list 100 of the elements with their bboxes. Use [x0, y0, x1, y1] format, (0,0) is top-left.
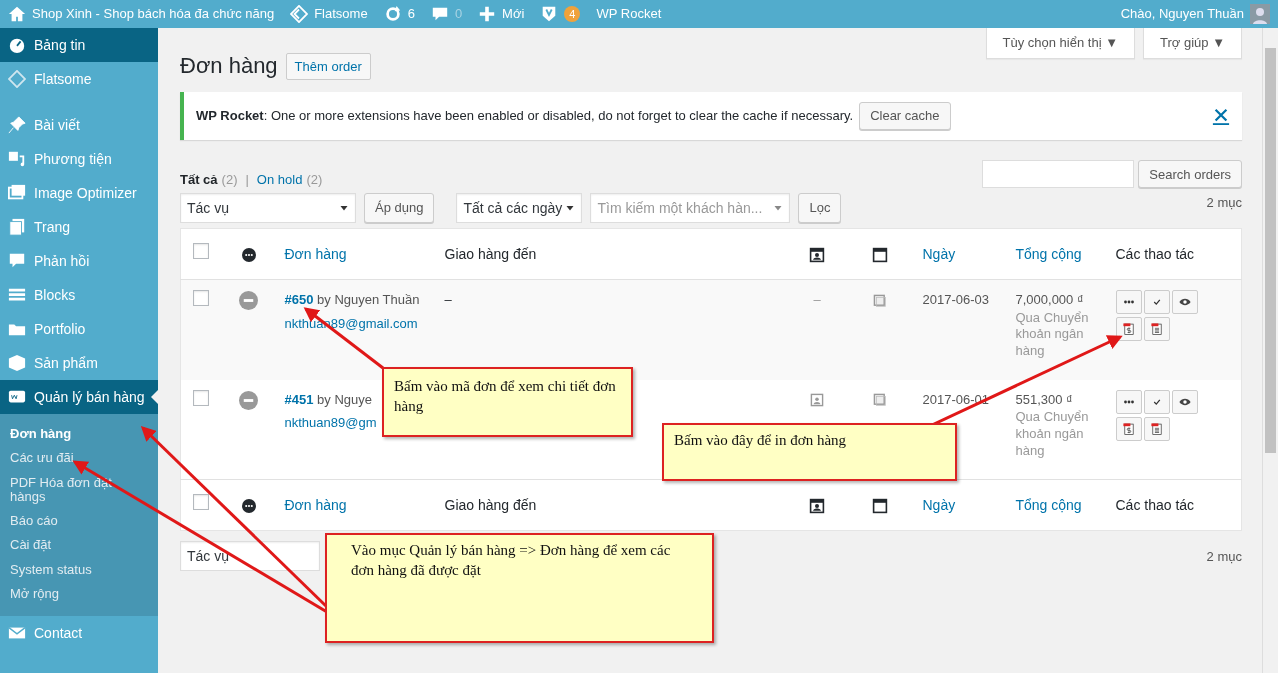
home-icon[interactable]	[8, 5, 26, 23]
sidebar-item[interactable]: Bài viết	[0, 108, 158, 142]
window-icon	[871, 246, 888, 263]
screen-tab[interactable]: Trợ giúp ▼	[1143, 28, 1242, 59]
diamond-icon[interactable]	[290, 5, 309, 23]
item-count: 2 mục	[1206, 194, 1242, 212]
sidebar-item[interactable]: Quản lý bán hàng	[0, 380, 158, 414]
invoice-pdf-button[interactable]	[1115, 317, 1142, 341]
more-button[interactable]	[1115, 290, 1142, 314]
scrollbar[interactable]	[1262, 28, 1278, 673]
row-checkbox[interactable]	[192, 389, 209, 406]
toolbar-label[interactable]: Mới	[502, 4, 525, 24]
avatar-icon[interactable]	[1250, 4, 1270, 24]
order-number-link[interactable]: #451	[284, 391, 314, 407]
date-filter-select[interactable]: Tất cả các ngày	[456, 193, 583, 223]
column-header: Giao hàng đến	[444, 496, 537, 513]
email-link[interactable]: nkthuan89@gm	[284, 413, 377, 433]
id-card-icon	[809, 246, 825, 263]
count-text: (2)	[306, 170, 323, 189]
sort-column-link[interactable]: Ngày	[922, 496, 956, 513]
customer-name: by Nguye	[317, 391, 372, 407]
page-title: Đơn hàng	[180, 53, 278, 80]
separator: |	[245, 170, 249, 189]
select-all-checkbox[interactable]	[192, 243, 209, 259]
invoice-pdf-icon	[1121, 322, 1136, 336]
toolbar-label[interactable]: 6	[407, 4, 415, 24]
pages-icon	[8, 218, 26, 236]
callout-note: Bấm vào mã đơn để xem chi tiết đơn hàng	[382, 367, 633, 437]
submenu-item[interactable]: Cài đặt	[0, 533, 158, 558]
sidebar-item[interactable]: Sản phẩm	[0, 346, 158, 380]
site-name-link[interactable]: Shop Xinh - Shop bách hóa đa chức năng	[32, 4, 275, 24]
view-button[interactable]	[1171, 290, 1198, 314]
view-button[interactable]	[1171, 389, 1198, 414]
diamond-icon	[8, 70, 26, 88]
sidebar-item[interactable]: Portfolio	[0, 312, 158, 346]
status-icon	[241, 247, 256, 262]
sort-column-link[interactable]: Ngày	[922, 245, 956, 262]
window-icon	[872, 293, 887, 308]
pin-icon	[8, 116, 26, 134]
screen-tab[interactable]: Tùy chọn hiển thị ▼	[985, 28, 1135, 59]
count-text: (2)	[221, 170, 238, 189]
notice-text: WP Rocket: One or more extensions have been enabled or disabled, do not forget to clear the cache if necessary.	[196, 107, 854, 125]
payment-method: Qua Chuyển khoản ngân hàng	[1015, 309, 1090, 361]
select-all-checkbox[interactable]	[192, 494, 209, 510]
invoice-pdf-button[interactable]	[1115, 416, 1142, 441]
toolbar-label[interactable]: Flatsome	[314, 4, 368, 24]
packing-slip-pdf-button[interactable]	[1143, 416, 1170, 441]
submenu-item[interactable]: Mở rộng	[0, 582, 158, 607]
refresh-icon[interactable]	[383, 5, 402, 23]
bulk-actions-select[interactable]: Tác vụ	[180, 541, 320, 571]
order-total: 551,300 ₫	[1015, 390, 1074, 409]
order-total: 7,000,000 ₫	[1015, 291, 1085, 309]
search-field[interactable]	[982, 160, 1135, 189]
plus-icon[interactable]	[478, 5, 497, 23]
column-header: Các thao tác	[1115, 245, 1195, 262]
id-card-icon	[809, 497, 825, 514]
submenu-item[interactable]: Các ưu đãi	[0, 446, 158, 471]
clear-cache-button[interactable]: Clear cache	[859, 102, 951, 130]
bulk-actions-select[interactable]: Tác vụ	[180, 193, 356, 223]
filter-link[interactable]: On hold	[256, 169, 303, 189]
row-checkbox[interactable]	[192, 290, 209, 306]
sort-column-link[interactable]: Đơn hàng	[284, 496, 347, 513]
dashboard-icon	[8, 36, 26, 54]
more-button[interactable]	[1115, 389, 1142, 414]
images-icon	[8, 184, 26, 202]
callout-note: Bấm vào đây để in đơn hàng	[662, 423, 957, 481]
status-icon	[239, 291, 258, 311]
order-date: 2017-06-01	[922, 391, 989, 407]
sidebar-item[interactable]: Image Optimizer	[0, 176, 158, 210]
caret-icon	[339, 203, 349, 213]
sidebar-item[interactable]: Phương tiện	[0, 142, 158, 176]
sidebar-item[interactable]: Contact	[0, 616, 158, 651]
order-number-link[interactable]: #650	[284, 292, 314, 307]
payment-method: Qua Chuyển khoản ngân hàng	[1015, 409, 1090, 460]
sidebar-item[interactable]: Blocks	[0, 278, 158, 312]
sidebar-item[interactable]: Bảng tin	[0, 28, 158, 62]
packing-slip-pdf-button[interactable]	[1143, 317, 1170, 341]
sidebar-item[interactable]: Trang	[0, 210, 158, 244]
greeting-link[interactable]: Chào, Nguyen Thuần	[1120, 4, 1244, 24]
shipping-address: –	[444, 292, 452, 307]
count-badge: 4	[564, 5, 581, 23]
search-orders-button[interactable]: Search orders	[1138, 160, 1242, 189]
sidebar-item[interactable]: Flatsome	[0, 62, 158, 96]
sort-column-link[interactable]: Tổng cộng	[1015, 245, 1082, 262]
callout-note: Vào mục Quản lý bán hàng => Đơn hàng để xem các đơn hàng đã được đặt	[325, 533, 714, 643]
submenu-item[interactable]: System status	[0, 557, 158, 583]
box-icon	[8, 354, 26, 372]
sidebar-item[interactable]: Phản hồi	[0, 244, 158, 278]
customer-search-select[interactable]: Tìm kiếm một khách hàn...	[590, 193, 791, 223]
submenu-item[interactable]: Báo cáo	[0, 509, 158, 534]
add-order-button[interactable]: Thêm order	[285, 52, 371, 80]
document-pdf-icon	[1149, 322, 1164, 336]
customer-name: by Nguyen Thuần	[317, 292, 420, 307]
filter-button[interactable]: Lọc	[798, 193, 842, 223]
toolbar-label[interactable]: WP Rocket	[596, 4, 662, 24]
submenu-item[interactable]: Đơn hàng	[0, 422, 158, 447]
apply-button[interactable]: Áp dụng	[364, 193, 435, 223]
sort-column-link[interactable]: Đơn hàng	[284, 245, 347, 262]
sort-column-link[interactable]: Tổng cộng	[1015, 496, 1082, 513]
filter-link[interactable]: Tất cả	[180, 169, 218, 189]
